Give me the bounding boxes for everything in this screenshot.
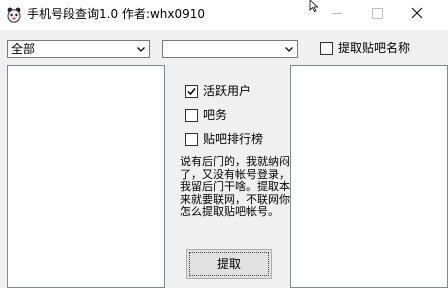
category-combobox-value: 全部	[11, 42, 36, 56]
extract-post-name-checkbox[interactable]	[320, 42, 333, 55]
extract-post-name-label: 提取贴吧名称	[338, 41, 411, 55]
window-title: 手机号段查询1.0 作者:whx0910	[27, 7, 206, 21]
close-icon	[411, 7, 423, 19]
admins-checkbox[interactable]	[185, 109, 198, 122]
category-combobox[interactable]: 全部	[7, 40, 150, 58]
admins-label: 吧务	[203, 108, 228, 122]
post-ranking-label: 贴吧排行榜	[203, 132, 264, 146]
left-listbox[interactable]	[7, 65, 165, 288]
maximize-icon	[372, 8, 383, 19]
active-users-checkbox[interactable]	[185, 85, 198, 98]
active-users-label: 活跃用户	[203, 84, 252, 98]
bear-face-icon	[7, 7, 21, 23]
checkmark-icon	[187, 88, 196, 96]
post-ranking-checkbox[interactable]	[185, 133, 198, 146]
close-button[interactable]	[397, 2, 437, 24]
minimize-button[interactable]	[317, 2, 357, 24]
right-listbox[interactable]	[290, 65, 448, 288]
app-window: 手机号段查询1.0 作者:whx0910 全部 提取贴吧名称 活跃用户 吧务 贴…	[0, 0, 448, 288]
secondary-combobox[interactable]	[162, 40, 298, 58]
chevron-down-icon[interactable]	[282, 42, 296, 56]
chevron-down-icon[interactable]	[134, 42, 148, 56]
minimize-icon	[332, 13, 342, 14]
title-bar[interactable]: 手机号段查询1.0 作者:whx0910	[0, 0, 448, 30]
extract-button[interactable]: 提取	[186, 249, 272, 279]
maximize-button[interactable]	[357, 2, 397, 24]
notice-text: 说有后门的，我就纳闷了，又没有帐号登录，我留后门干啥。提取本来就要联网，不联网你…	[180, 155, 290, 218]
